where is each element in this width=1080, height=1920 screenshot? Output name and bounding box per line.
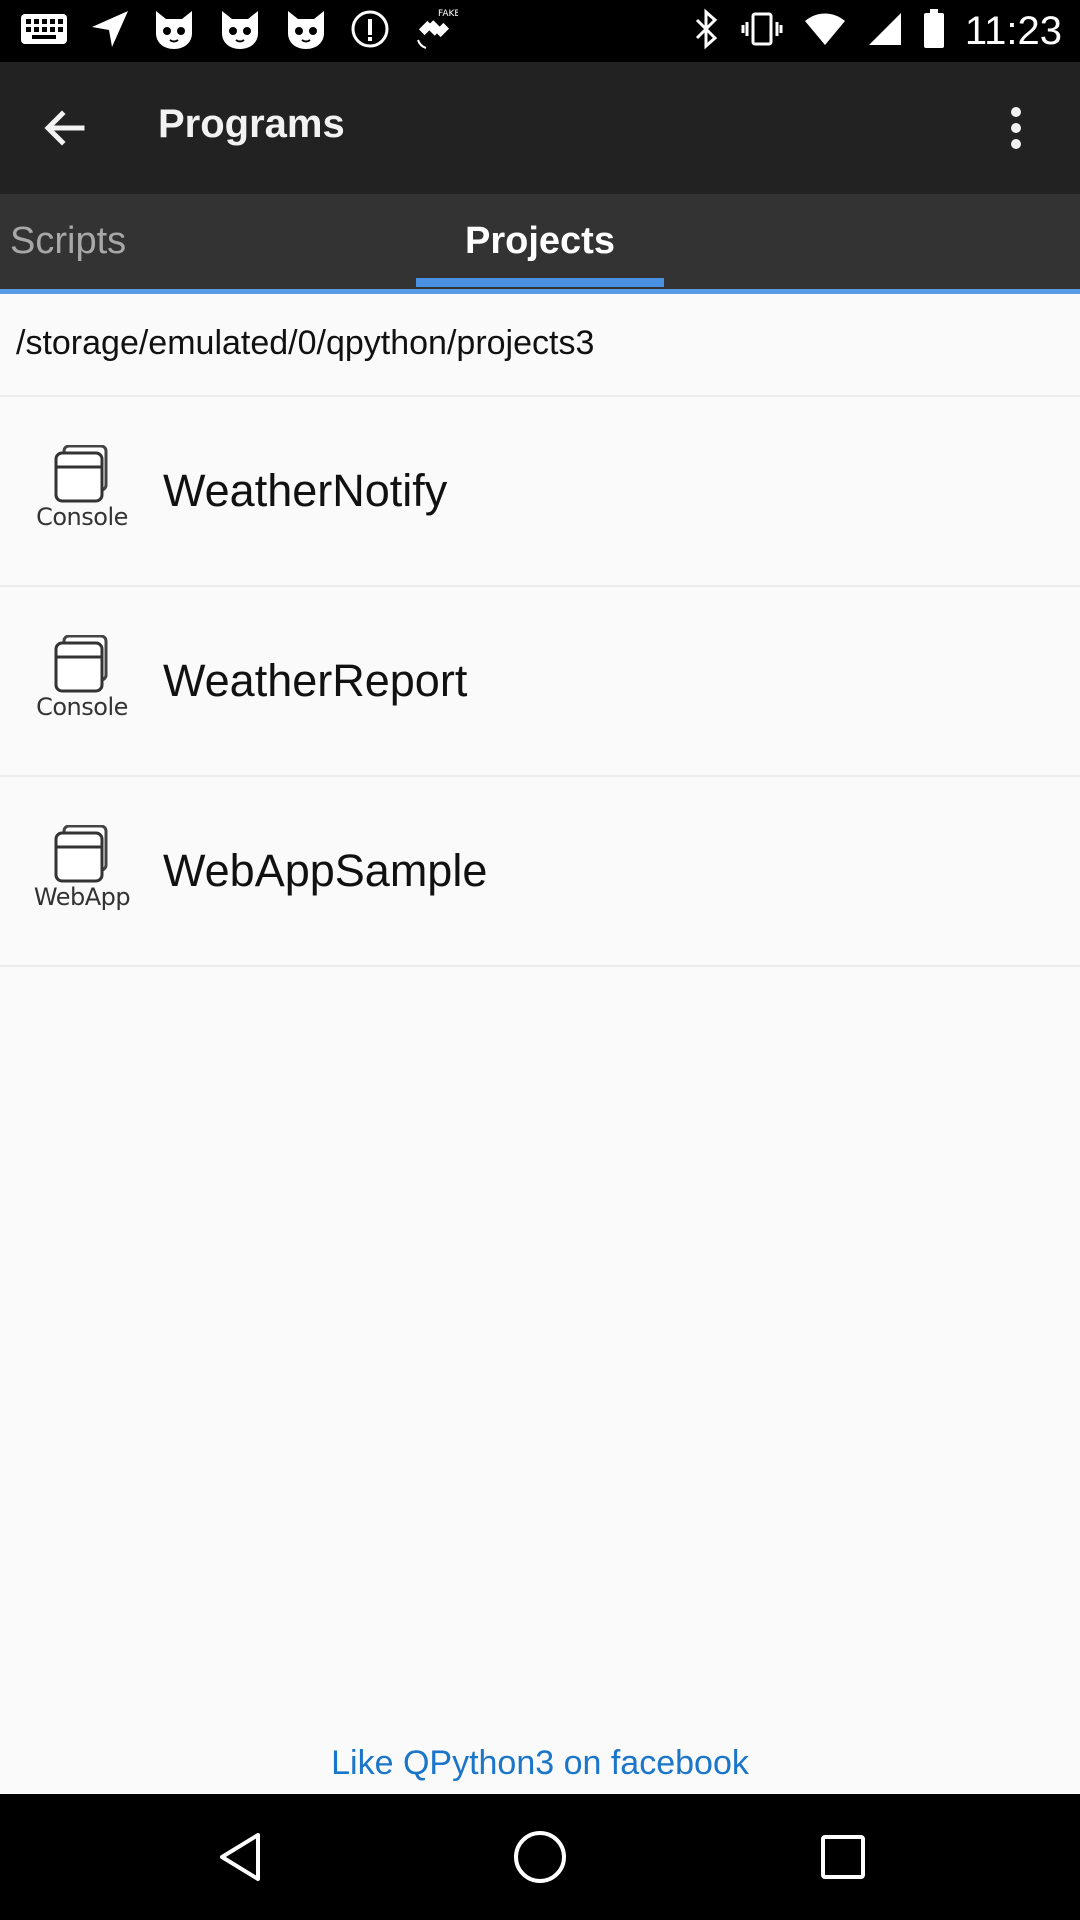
list-item[interactable]: Console WeatherReport	[0, 587, 1080, 777]
keyboard-icon	[20, 13, 68, 50]
info-icon	[350, 9, 390, 54]
nav-back-icon	[220, 1833, 260, 1881]
selected-tab-indicator	[416, 278, 664, 287]
navigation-bar	[0, 1794, 1080, 1920]
project-type-label: WebApp	[33, 883, 131, 911]
svg-text:FAKE: FAKE	[438, 9, 458, 19]
page-title: Programs	[158, 102, 345, 146]
facebook-link[interactable]: Like QPython3 on facebook	[0, 1744, 1080, 1783]
app-bar: Programs	[0, 62, 1080, 194]
project-list: Console WeatherNotify Console WeatherRep…	[0, 397, 1080, 967]
current-path-row: /storage/emulated/0/qpython/projects3	[0, 294, 1080, 397]
signal-icon	[867, 11, 903, 52]
project-type-label: Console	[36, 693, 128, 721]
tab-bar: Scripts Projects	[0, 194, 1080, 289]
clock: 11:23	[964, 8, 1062, 53]
navigation-icon	[90, 9, 130, 54]
battery-icon	[923, 8, 945, 54]
cat-face-icon	[152, 7, 196, 56]
wifi-icon	[803, 11, 847, 52]
more-options-button[interactable]	[980, 92, 1052, 164]
cat-face-icon	[218, 7, 262, 56]
system-icons: 11:23	[693, 6, 1062, 56]
vibrate-icon	[741, 8, 783, 55]
current-path: /storage/emulated/0/qpython/projects3	[16, 324, 595, 362]
cat-face-icon	[284, 7, 328, 56]
arrow-back-icon	[44, 110, 85, 146]
nav-home-icon	[514, 1831, 566, 1883]
more-vert-icon	[1011, 107, 1021, 149]
project-type-label: Console	[36, 503, 128, 531]
project-name: WeatherNotify	[163, 465, 448, 516]
bluetooth-icon	[693, 8, 721, 55]
nav-back-button[interactable]	[205, 1822, 275, 1892]
back-button[interactable]	[28, 92, 100, 164]
status-bar: FAKE 11:23	[0, 0, 1080, 62]
list-item[interactable]: Console WeatherNotify	[0, 397, 1080, 587]
project-name: WebAppSample	[163, 845, 488, 896]
nav-recents-icon	[821, 1835, 865, 1879]
tab-projects[interactable]: Projects	[416, 194, 664, 289]
tab-scripts[interactable]: Scripts	[10, 194, 126, 289]
notification-icons: FAKE	[20, 9, 460, 54]
satellite-icon: FAKE	[412, 6, 460, 57]
console-icon: Console	[30, 635, 134, 731]
webapp-icon: WebApp	[30, 825, 134, 921]
nav-recents-button[interactable]	[808, 1822, 878, 1892]
list-item[interactable]: WebApp WebAppSample	[0, 777, 1080, 967]
project-name: WeatherReport	[163, 655, 468, 706]
nav-home-button[interactable]	[505, 1822, 575, 1892]
console-icon: Console	[30, 445, 134, 541]
